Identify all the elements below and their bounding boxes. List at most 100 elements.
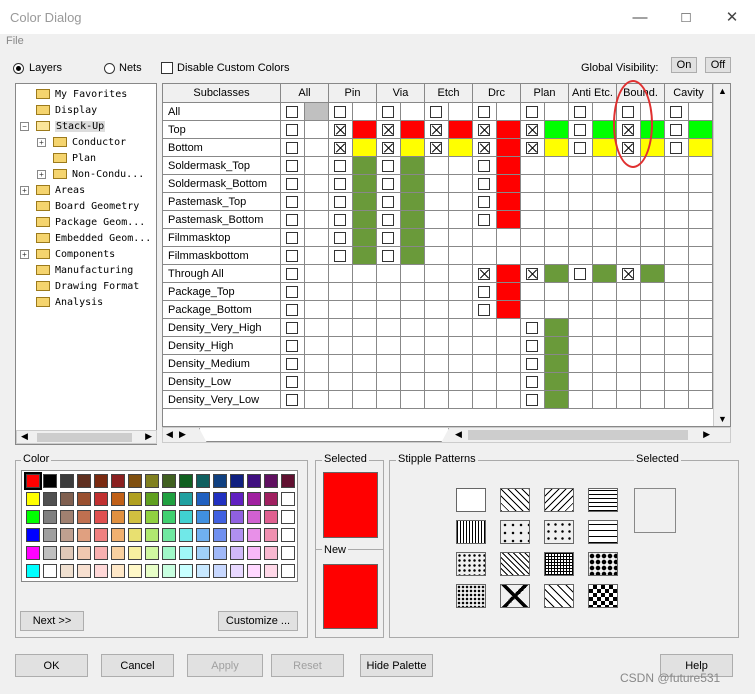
visibility-cell[interactable]: [425, 373, 449, 391]
visibility-checkbox[interactable]: [286, 304, 298, 316]
palette-swatch[interactable]: [264, 510, 278, 524]
palette-swatch[interactable]: [230, 528, 244, 542]
color-swatch[interactable]: [689, 319, 713, 337]
tree-item[interactable]: My Favorites: [36, 86, 127, 102]
color-swatch[interactable]: [689, 391, 713, 409]
global-off-button[interactable]: Off: [705, 57, 731, 73]
color-swatch[interactable]: [545, 157, 569, 175]
color-swatch[interactable]: [401, 301, 425, 319]
palette-swatch[interactable]: [213, 546, 227, 560]
visibility-cell[interactable]: [473, 229, 497, 247]
visibility-cell[interactable]: [617, 373, 641, 391]
palette-swatch[interactable]: [230, 510, 244, 524]
color-swatch[interactable]: [497, 229, 521, 247]
visibility-checkbox[interactable]: [334, 232, 346, 244]
tree-item[interactable]: Analysis: [36, 294, 103, 310]
color-swatch[interactable]: [497, 247, 521, 265]
visibility-cell[interactable]: [473, 319, 497, 337]
color-swatch[interactable]: [449, 175, 473, 193]
tree-item[interactable]: Components: [36, 246, 115, 262]
palette-swatch[interactable]: [179, 492, 193, 506]
color-swatch[interactable]: [545, 373, 569, 391]
visibility-checkbox[interactable]: [478, 124, 490, 136]
color-swatch[interactable]: [305, 283, 329, 301]
color-swatch[interactable]: [401, 175, 425, 193]
visibility-cell[interactable]: [665, 337, 689, 355]
visibility-cell[interactable]: [569, 193, 593, 211]
color-swatch[interactable]: [641, 193, 665, 211]
visibility-cell[interactable]: [521, 229, 545, 247]
next-button[interactable]: Next >>: [20, 611, 84, 631]
stipple-pattern[interactable]: [544, 488, 574, 512]
visibility-checkbox[interactable]: [478, 178, 490, 190]
palette-swatch[interactable]: [281, 528, 295, 542]
palette-swatch[interactable]: [196, 492, 210, 506]
color-swatch[interactable]: [497, 319, 521, 337]
color-swatch[interactable]: [593, 211, 617, 229]
visibility-checkbox[interactable]: [478, 160, 490, 172]
visibility-cell[interactable]: [569, 211, 593, 229]
palette-swatch[interactable]: [264, 492, 278, 506]
visibility-checkbox[interactable]: [286, 232, 298, 244]
palette-swatch[interactable]: [43, 564, 57, 578]
grid-hscrollbar[interactable]: ◀ ▶ ◀ ▶: [162, 427, 731, 443]
visibility-checkbox[interactable]: [574, 268, 586, 280]
visibility-checkbox[interactable]: [382, 178, 394, 190]
visibility-cell[interactable]: [665, 301, 689, 319]
palette-swatch[interactable]: [196, 528, 210, 542]
visibility-checkbox[interactable]: [286, 322, 298, 334]
color-swatch[interactable]: [545, 139, 569, 157]
color-swatch[interactable]: [641, 391, 665, 409]
scroll-right-icon[interactable]: ▶: [145, 431, 152, 442]
visibility-cell[interactable]: [617, 211, 641, 229]
color-swatch[interactable]: [305, 103, 329, 121]
disable-custom-colors-checkbox[interactable]: [161, 62, 173, 74]
color-swatch[interactable]: [497, 355, 521, 373]
stipple-pattern[interactable]: [544, 584, 574, 608]
visibility-checkbox[interactable]: [334, 106, 346, 118]
color-swatch[interactable]: [305, 265, 329, 283]
stipple-pattern[interactable]: [456, 584, 486, 608]
palette-swatch[interactable]: [26, 564, 40, 578]
grid-scroll-thumb[interactable]: [468, 430, 688, 440]
visibility-checkbox[interactable]: [526, 124, 538, 136]
color-swatch[interactable]: [353, 193, 377, 211]
color-swatch[interactable]: [353, 319, 377, 337]
visibility-cell[interactable]: [329, 283, 353, 301]
stipple-pattern[interactable]: [588, 520, 618, 544]
visibility-cell[interactable]: [329, 355, 353, 373]
color-swatch[interactable]: [449, 319, 473, 337]
visibility-checkbox[interactable]: [478, 304, 490, 316]
visibility-cell[interactable]: [425, 319, 449, 337]
collapse-icon[interactable]: −: [20, 122, 29, 131]
expand-icon[interactable]: +: [37, 170, 46, 179]
color-swatch[interactable]: [305, 391, 329, 409]
palette-swatch[interactable]: [213, 564, 227, 578]
menu-file[interactable]: File: [6, 35, 24, 47]
visibility-checkbox[interactable]: [670, 142, 682, 154]
visibility-checkbox[interactable]: [526, 376, 538, 388]
palette-swatch[interactable]: [77, 474, 91, 488]
tree-scroll-thumb[interactable]: [37, 433, 132, 442]
palette-swatch[interactable]: [162, 528, 176, 542]
visibility-checkbox[interactable]: [286, 214, 298, 226]
visibility-cell[interactable]: [425, 301, 449, 319]
nets-radio[interactable]: [104, 63, 115, 74]
palette-swatch[interactable]: [281, 546, 295, 560]
tree-item[interactable]: Conductor: [53, 134, 126, 150]
palette-swatch[interactable]: [43, 474, 57, 488]
color-swatch[interactable]: [305, 355, 329, 373]
color-swatch[interactable]: [305, 373, 329, 391]
color-swatch[interactable]: [353, 391, 377, 409]
palette-swatch[interactable]: [111, 564, 125, 578]
color-swatch[interactable]: [497, 103, 521, 121]
visibility-cell[interactable]: [569, 373, 593, 391]
tree-item[interactable]: Drawing Format: [36, 278, 139, 294]
color-swatch[interactable]: [305, 121, 329, 139]
visibility-checkbox[interactable]: [478, 196, 490, 208]
visibility-cell[interactable]: [473, 373, 497, 391]
color-swatch[interactable]: [641, 229, 665, 247]
stipple-pattern[interactable]: [544, 552, 574, 576]
visibility-checkbox[interactable]: [286, 268, 298, 280]
visibility-cell[interactable]: [617, 247, 641, 265]
